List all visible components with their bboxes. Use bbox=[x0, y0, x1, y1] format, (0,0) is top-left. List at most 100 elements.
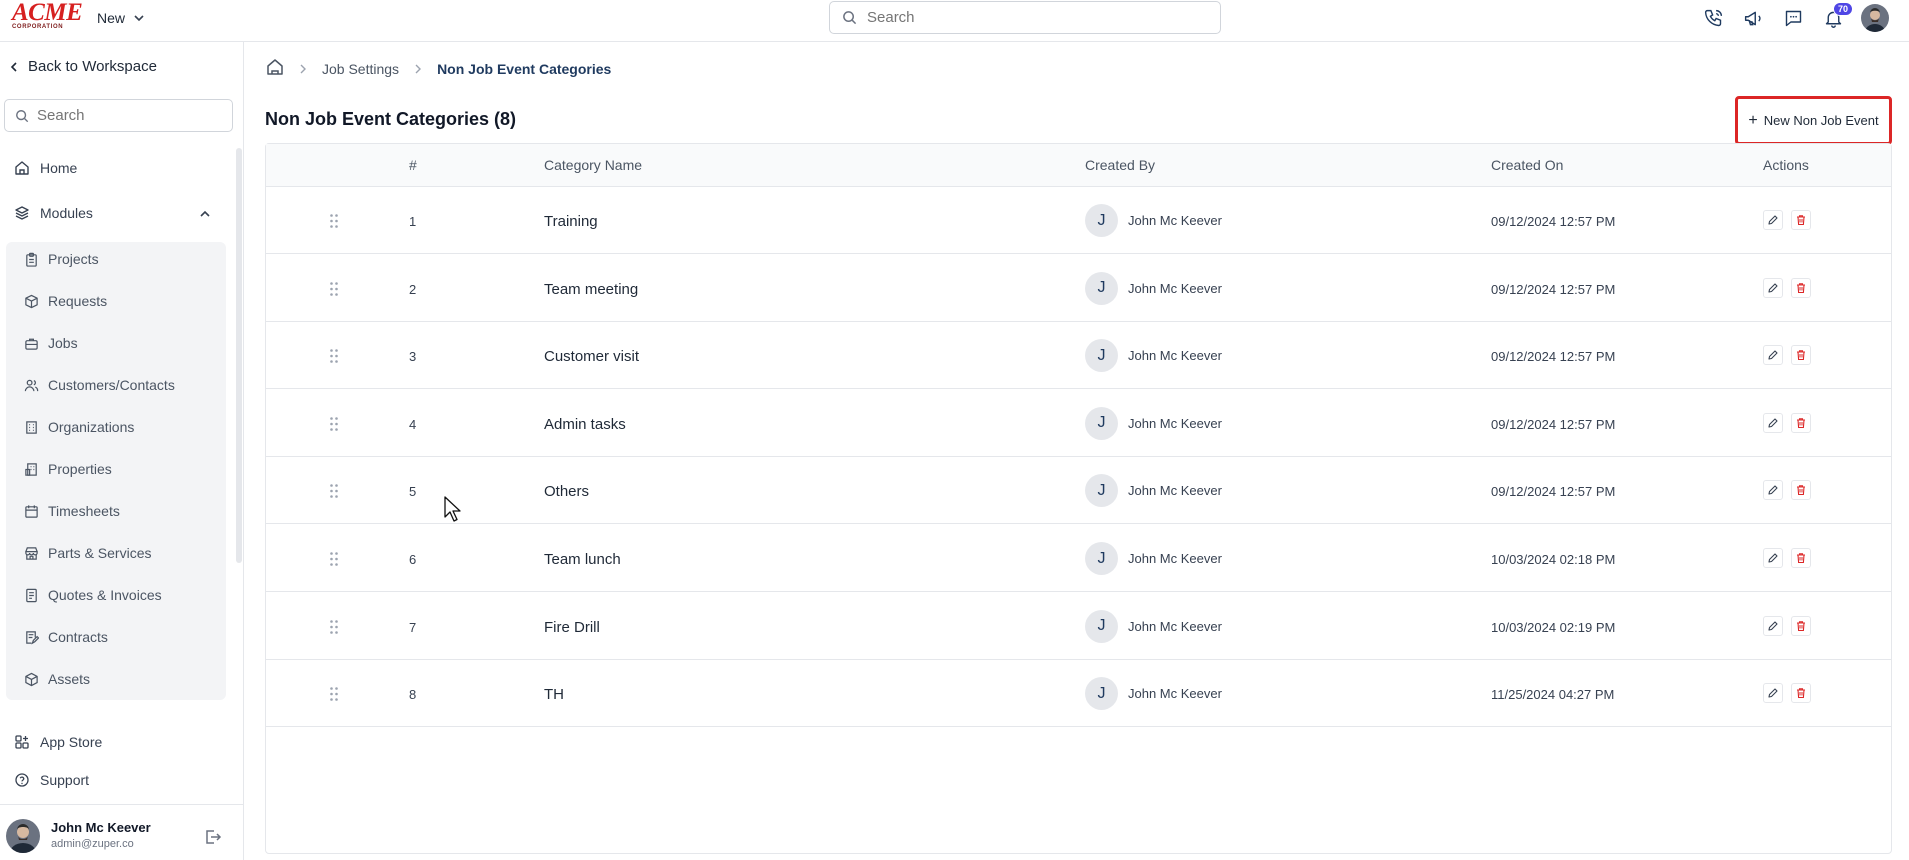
sidebar-item-jobs[interactable]: Jobs bbox=[24, 335, 78, 351]
sidebar-scrollbar[interactable] bbox=[236, 148, 242, 563]
category-name: Fire Drill bbox=[544, 618, 600, 636]
delete-icon[interactable] bbox=[1791, 345, 1811, 366]
acme-logo[interactable]: ACME CORPORATION bbox=[12, 0, 83, 30]
row-number: 5 bbox=[409, 484, 417, 500]
drag-handle-icon[interactable] bbox=[329, 281, 339, 297]
created-on: 09/12/2024 12:57 PM bbox=[1491, 281, 1616, 297]
sidebar-item-label: Parts & Services bbox=[48, 545, 152, 561]
sidebar-item-projects[interactable]: Projects bbox=[24, 251, 99, 267]
search-icon bbox=[843, 11, 857, 25]
row-number: 3 bbox=[409, 349, 417, 365]
help-circle-icon bbox=[15, 773, 29, 787]
user-email: admin@zuper.co bbox=[51, 838, 134, 850]
sidebar-item-organizations[interactable]: Organizations bbox=[24, 419, 134, 435]
column-header-created-on: Created On bbox=[1491, 157, 1564, 173]
created-by: J John Mc Keever bbox=[1085, 542, 1222, 575]
global-search[interactable] bbox=[829, 1, 1221, 34]
sidebar-item-label: Timesheets bbox=[48, 503, 120, 519]
cube-icon bbox=[25, 672, 38, 686]
drag-handle-icon[interactable] bbox=[329, 551, 339, 567]
created-by: J John Mc Keever bbox=[1085, 677, 1222, 711]
delete-icon[interactable] bbox=[1791, 210, 1811, 230]
new-non-job-event-button[interactable]: + New Non Job Event bbox=[1735, 96, 1892, 145]
edit-icon[interactable] bbox=[1763, 480, 1783, 501]
created-by: J John Mc Keever bbox=[1085, 204, 1222, 237]
created-by: J John Mc Keever bbox=[1085, 406, 1222, 440]
user-avatar[interactable] bbox=[1861, 4, 1889, 32]
sidebar-search[interactable] bbox=[4, 99, 233, 132]
briefcase-icon bbox=[25, 338, 38, 350]
sidebar-item-contracts[interactable]: Contracts bbox=[24, 629, 108, 645]
created-on: 09/12/2024 12:57 PM bbox=[1491, 416, 1616, 432]
edit-icon[interactable] bbox=[1763, 683, 1783, 704]
sidebar-item-support[interactable]: Support bbox=[14, 772, 89, 788]
table-row[interactable]: 3 Customer visit J John Mc Keever 09/12/2024… bbox=[266, 322, 1891, 390]
table-row[interactable]: 4 Admin tasks J John Mc Keever 09/12/2024 12… bbox=[266, 390, 1891, 457]
column-header-actions: Actions bbox=[1763, 157, 1809, 173]
drag-handle-icon[interactable] bbox=[329, 416, 339, 432]
store-icon bbox=[25, 546, 38, 560]
sidebar-item-quotes-invoices[interactable]: Quotes & Invoices bbox=[24, 587, 162, 603]
drag-handle-icon[interactable] bbox=[329, 213, 339, 229]
calendar-icon bbox=[25, 504, 38, 518]
edit-icon[interactable] bbox=[1763, 412, 1783, 433]
breadcrumb-job-settings[interactable]: Job Settings bbox=[322, 61, 399, 77]
delete-icon[interactable] bbox=[1791, 548, 1811, 568]
created-by-name: John Mc Keever bbox=[1128, 280, 1222, 296]
sidebar: Back to Workspace Home Modules Projects … bbox=[0, 42, 244, 860]
back-to-workspace-link[interactable]: Back to Workspace bbox=[8, 58, 157, 75]
edit-icon[interactable] bbox=[1763, 615, 1783, 636]
delete-icon[interactable] bbox=[1791, 683, 1811, 704]
delete-icon[interactable] bbox=[1791, 412, 1811, 433]
delete-icon[interactable] bbox=[1791, 615, 1811, 636]
invoice-icon bbox=[26, 588, 37, 602]
sidebar-item-assets[interactable]: Assets bbox=[24, 671, 90, 687]
sidebar-item-home[interactable]: Home bbox=[14, 160, 77, 176]
avatar: J bbox=[1085, 542, 1118, 575]
drag-handle-icon[interactable] bbox=[329, 686, 339, 702]
drag-handle-icon[interactable] bbox=[329, 483, 339, 499]
sidebar-item-parts-services[interactable]: Parts & Services bbox=[24, 545, 151, 561]
mouse-cursor-icon bbox=[444, 496, 461, 522]
table-row[interactable]: 6 Team lunch J John Mc Keever 10/03/2024 02:… bbox=[266, 525, 1891, 592]
edit-icon[interactable] bbox=[1763, 277, 1783, 298]
category-name: Team lunch bbox=[544, 551, 621, 568]
table-row[interactable]: 8 TH J John Mc Keever 11/25/2024 04:27 PM bbox=[266, 660, 1891, 728]
drag-handle-icon[interactable] bbox=[329, 348, 339, 364]
table-row[interactable]: 1 Training J John Mc Keever 09/12/2024 12:57… bbox=[266, 187, 1891, 254]
search-icon bbox=[16, 109, 29, 122]
sidebar-item-timesheets[interactable]: Timesheets bbox=[24, 503, 120, 519]
building-icon bbox=[26, 420, 37, 434]
global-search-input[interactable] bbox=[867, 9, 1197, 26]
logout-icon[interactable] bbox=[204, 828, 222, 846]
sidebar-item-customers[interactable]: Customers/Contacts bbox=[24, 377, 175, 393]
sidebar-item-properties[interactable]: Properties bbox=[24, 461, 112, 477]
bell-icon[interactable]: 70 bbox=[1821, 2, 1853, 30]
chevron-up-icon[interactable] bbox=[198, 207, 212, 221]
new-menu-button[interactable]: New bbox=[97, 8, 145, 28]
megaphone-icon[interactable] bbox=[1741, 6, 1765, 30]
row-number: 6 bbox=[409, 552, 417, 567]
delete-icon[interactable] bbox=[1791, 480, 1811, 501]
breadcrumb-home[interactable] bbox=[266, 58, 284, 79]
sidebar-item-app-store[interactable]: App Store bbox=[14, 734, 102, 750]
created-by-name: John Mc Keever bbox=[1128, 551, 1222, 566]
phone-icon[interactable] bbox=[1701, 6, 1725, 30]
avatar[interactable] bbox=[6, 819, 40, 853]
sidebar-search-input[interactable] bbox=[37, 107, 217, 124]
table-row[interactable]: 7 Fire Drill J John Mc Keever 10/03/2024 02:… bbox=[266, 593, 1891, 660]
drag-handle-icon[interactable] bbox=[329, 619, 339, 635]
users-icon bbox=[24, 379, 39, 391]
table-row[interactable]: 2 Team meeting J John Mc Keever 09/12/2024 1… bbox=[266, 255, 1891, 322]
sidebar-item-label: Home bbox=[40, 160, 78, 176]
edit-icon[interactable] bbox=[1763, 345, 1783, 366]
sidebar-item-modules[interactable]: Modules bbox=[14, 205, 93, 221]
edit-icon[interactable] bbox=[1763, 548, 1783, 568]
sidebar-item-label: Projects bbox=[48, 251, 99, 267]
edit-icon[interactable] bbox=[1763, 210, 1783, 230]
category-name: Training bbox=[544, 213, 598, 230]
delete-icon[interactable] bbox=[1791, 277, 1811, 298]
table-row[interactable]: 5 Others J John Mc Keever 09/12/2024 12:57 P… bbox=[266, 457, 1891, 525]
chat-icon[interactable] bbox=[1781, 6, 1805, 30]
sidebar-item-requests[interactable]: Requests bbox=[24, 293, 107, 309]
